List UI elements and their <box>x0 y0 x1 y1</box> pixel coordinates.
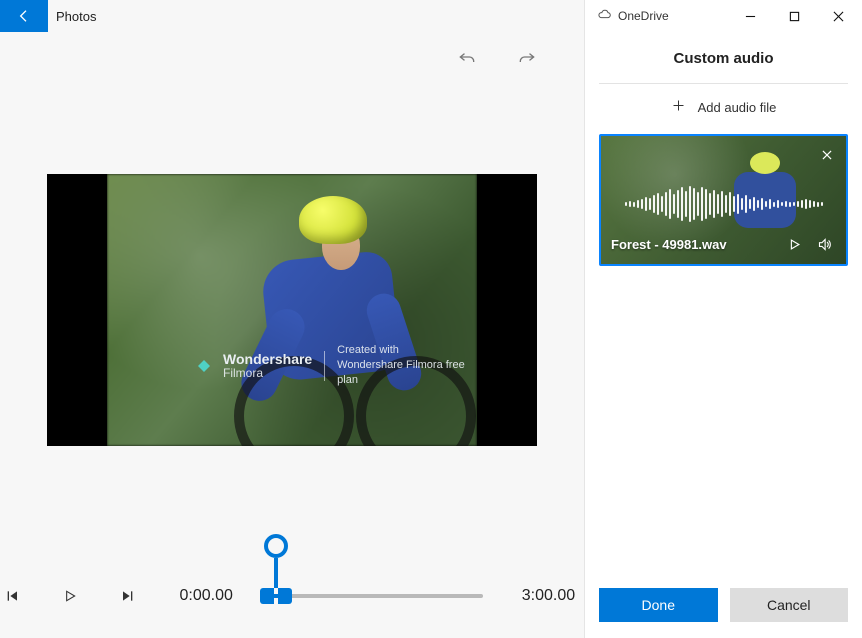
video-player-stage: Wondershare Filmora Created with Wonders… <box>0 78 584 446</box>
transport-bar: 0:00.00 3:00.00 <box>0 582 584 610</box>
panel-title: Custom audio <box>599 44 848 83</box>
cancel-button[interactable]: Cancel <box>730 588 849 622</box>
prev-frame-button[interactable] <box>0 582 27 610</box>
plus-icon <box>671 98 686 116</box>
window-maximize-button[interactable] <box>772 2 816 30</box>
divider <box>599 83 848 84</box>
timeline-scrubber[interactable] <box>260 534 292 604</box>
filmora-logo-icon <box>195 357 213 375</box>
audio-clip-card[interactable]: Forest - 49981.wav <box>599 134 848 266</box>
video-watermark: Wondershare Filmora Created with Wonders… <box>195 343 477 388</box>
watermark-brand-2: Filmora <box>223 367 312 381</box>
play-button[interactable] <box>57 582 84 610</box>
window-titlebar: OneDrive <box>585 0 862 32</box>
panel-footer: Done Cancel <box>585 576 862 638</box>
onedrive-indicator[interactable]: OneDrive <box>593 7 669 25</box>
editor-pane: Photos <box>0 0 584 638</box>
editor-toolbar <box>0 32 584 78</box>
watermark-brand-1: Wondershare <box>223 351 312 367</box>
next-frame-button[interactable] <box>114 582 141 610</box>
timeline-track[interactable] <box>272 594 483 598</box>
back-button[interactable] <box>0 0 48 32</box>
redo-button[interactable] <box>510 40 544 74</box>
app-header: Photos <box>0 0 584 32</box>
app-title: Photos <box>48 9 96 24</box>
total-time: 3:00.00 <box>513 587 584 605</box>
add-audio-button[interactable]: Add audio file <box>599 90 848 134</box>
watermark-subline: Wondershare Filmora free plan <box>337 358 477 388</box>
audio-volume-button[interactable] <box>812 232 836 256</box>
remove-audio-button[interactable] <box>816 144 838 166</box>
video-player[interactable]: Wondershare Filmora Created with Wonders… <box>47 174 537 446</box>
audio-filename: Forest - 49981.wav <box>611 237 776 252</box>
onedrive-label: OneDrive <box>618 9 669 23</box>
add-audio-label: Add audio file <box>698 100 777 115</box>
watermark-created-with: Created with <box>337 343 477 358</box>
window-close-button[interactable] <box>816 2 860 30</box>
cloud-icon <box>597 7 612 25</box>
waveform-icon <box>609 184 838 224</box>
audio-play-button[interactable] <box>782 232 806 256</box>
done-button[interactable]: Done <box>599 588 718 622</box>
current-time: 0:00.00 <box>171 587 242 605</box>
window-minimize-button[interactable] <box>728 2 772 30</box>
custom-audio-panel: OneDrive Custom audio Add audio file <box>584 0 862 638</box>
undo-button[interactable] <box>450 40 484 74</box>
